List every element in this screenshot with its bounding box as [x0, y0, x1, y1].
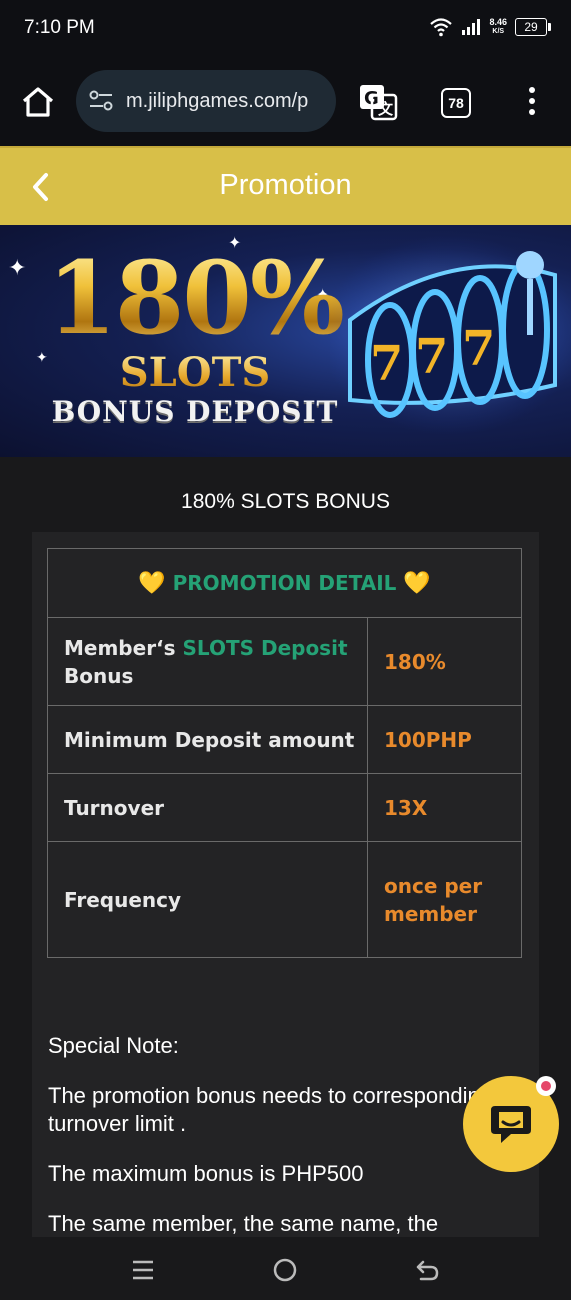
row-value: 180% — [367, 617, 522, 706]
screen: 7:10 PM 8.46 K/S 29 m.jiliphgames.com/p … — [0, 0, 571, 1300]
address-bar[interactable]: m.jiliphgames.com/p — [76, 70, 336, 132]
yellow-heart-icon: 💛 — [138, 570, 166, 596]
chat-bubble-icon — [491, 1106, 531, 1143]
svg-text:文: 文 — [378, 100, 394, 118]
page-header: Promotion — [0, 146, 571, 227]
special-notes: Special Note: The promotion bonus needs … — [48, 1032, 518, 1237]
label-part: Member‘s — [64, 635, 183, 660]
yellow-heart-icon: 💛 — [403, 570, 431, 596]
status-icons: 8.46 K/S 29 — [429, 17, 551, 37]
notification-dot — [536, 1076, 556, 1096]
network-speed-value: 8.46 — [489, 17, 507, 27]
label-highlight: SLOTS Deposit — [182, 635, 348, 660]
note-item: The same member, the same name, the — [48, 1211, 439, 1236]
system-nav-bar — [0, 1237, 571, 1300]
notes-title: Special Note: — [48, 1033, 179, 1058]
home-icon[interactable] — [18, 82, 58, 122]
row-value: 13X — [367, 773, 522, 842]
status-time: 7:10 PM — [24, 17, 95, 38]
site-settings-icon[interactable] — [88, 89, 114, 113]
svg-text:7: 7 — [370, 336, 403, 392]
label-part: Bonus — [64, 663, 134, 688]
svg-text:7: 7 — [462, 321, 495, 377]
table-heading: 💛 PROMOTION DETAIL 💛 — [47, 548, 522, 618]
translate-icon[interactable]: G 文 — [358, 82, 398, 122]
tabs-icon[interactable]: 78 — [441, 88, 471, 118]
table-row: Frequency once per member — [47, 841, 522, 958]
row-label: Minimum Deposit amount — [47, 705, 368, 774]
browser-toolbar: m.jiliphgames.com/p G 文 78 — [0, 58, 571, 146]
row-label: Turnover — [47, 773, 368, 842]
svg-text:7: 7 — [415, 329, 448, 385]
table-row: Member‘s SLOTS Deposit Bonus 180% — [47, 617, 522, 706]
wifi-icon — [430, 18, 453, 37]
back-icon[interactable] — [413, 1256, 441, 1284]
recent-apps-icon[interactable] — [129, 1256, 157, 1284]
note-item: The maximum bonus is PHP500 — [48, 1161, 364, 1186]
table-row: Turnover 13X — [47, 773, 522, 842]
row-label: Member‘s SLOTS Deposit Bonus — [47, 617, 368, 706]
network-speed-unit: K/S — [492, 28, 505, 35]
slot-machine-icon: 7 7 7 — [330, 235, 571, 435]
row-value: once per member — [367, 841, 522, 958]
more-vert-icon[interactable] — [524, 86, 540, 116]
status-bar: 7:10 PM 8.46 K/S 29 — [0, 0, 571, 58]
note-item: The promotion bonus needs to correspondi… — [48, 1083, 492, 1136]
promo-name: 180% SLOTS BONUS — [181, 490, 390, 513]
home-circle-icon[interactable] — [271, 1256, 299, 1284]
promo-banner: ✦ ✦ ✦ ✦ 180% SLOTS BONUS DEPOSIT 7 — [0, 225, 571, 457]
url-text[interactable]: m.jiliphgames.com/p — [126, 90, 326, 113]
battery-icon: 29 — [515, 18, 551, 36]
table-heading-text: PROMOTION DETAIL — [172, 570, 397, 595]
signal-icon — [462, 19, 481, 35]
table-header-row: 💛 PROMOTION DETAIL 💛 — [47, 548, 522, 618]
promotion-detail-table: 💛 PROMOTION DETAIL 💛 Member‘s SLOTS Depo… — [47, 548, 522, 958]
row-label: Frequency — [47, 841, 368, 958]
network-speed: 8.46 K/S — [489, 18, 507, 36]
row-value: 100PHP — [367, 705, 522, 774]
page-title: Promotion — [219, 169, 352, 201]
table-row: Minimum Deposit amount 100PHP — [47, 705, 522, 774]
